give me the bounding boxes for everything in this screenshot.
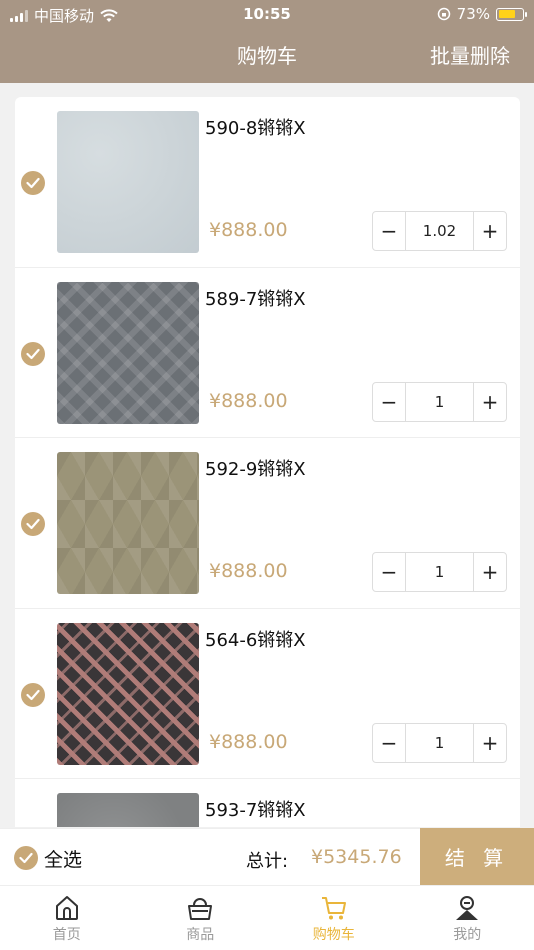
product-price: ¥888.00 [209,219,288,241]
checkout-button[interactable]: 结 算 [420,828,534,885]
battery-percent: 73% [456,5,490,23]
cart-icon [321,897,346,920]
decrease-button[interactable]: − [373,212,405,250]
select-all-check-icon[interactable] [14,846,38,870]
product-price: ¥888.00 [209,389,288,412]
item-check-icon[interactable] [21,341,45,366]
product-price: ¥888.00 [209,730,288,753]
tab-bar: 首页 商品 购物车 我的 [0,885,534,950]
tab-label: 购物车 [312,927,355,943]
product-thumbnail[interactable] [57,793,199,827]
item-check-icon[interactable] [21,682,45,707]
product-name[interactable]: 590-8锵锵X [205,114,306,140]
cart-item: 592-9锵锵X ¥888.00 − 1 + [15,438,520,609]
tab-label: 我的 [453,927,482,943]
quantity-stepper: − 1 + [372,722,507,763]
product-thumbnail[interactable] [57,452,199,594]
profile-icon [456,896,479,920]
select-all-label[interactable]: 全选 [44,845,82,872]
increase-button[interactable]: + [474,383,506,421]
tab-label: 商品 [186,927,215,943]
home-icon [55,896,78,920]
increase-button[interactable]: + [474,212,506,250]
product-price: ¥888.00 [209,560,288,582]
quantity-input[interactable]: 1 [405,553,474,591]
quantity-input[interactable]: 1.02 [405,212,474,250]
increase-button[interactable]: + [474,724,506,762]
cart-item: 564-6锵锵X ¥888.00 − 1 + [15,609,520,779]
total-label: 总计: [246,851,289,872]
top-bar: 中国移动 10:55 73% 购物车 批量删除 [0,0,534,83]
status-bar: 中国移动 10:55 73% [0,0,534,28]
item-check-icon[interactable] [21,512,45,536]
cart-item: 590-8锵锵X ¥888.00 − 1.02 + [15,97,520,268]
product-name[interactable]: 593-7锵锵X [205,796,306,822]
decrease-button[interactable]: − [373,383,405,421]
quantity-stepper: − 1 + [372,552,507,592]
increase-button[interactable]: + [474,553,506,591]
tab-cart[interactable]: 购物车 [267,886,401,950]
quantity-stepper: − 1.02 + [372,211,507,251]
decrease-button[interactable]: − [373,724,405,762]
product-thumbnail[interactable] [57,111,199,253]
decrease-button[interactable]: − [373,553,405,591]
tab-label: 首页 [52,927,81,943]
product-name[interactable]: 592-9锵锵X [205,455,306,481]
orientation-lock-icon [437,7,450,21]
tab-profile[interactable]: 我的 [401,886,534,950]
bag-icon [188,898,213,920]
product-name[interactable]: 589-7锵锵X [205,285,306,311]
quantity-input[interactable]: 1 [405,723,474,762]
summary-bar: 全选 总计: ¥5345.76 结 算 [0,828,534,885]
product-thumbnail[interactable] [57,622,199,765]
item-check-icon[interactable] [21,171,45,195]
cart-item: 593-7锵锵X [15,779,520,827]
product-thumbnail[interactable] [57,281,199,424]
batch-delete-button[interactable]: 批量删除 [430,40,510,69]
product-name[interactable]: 564-6锵锵X [205,626,306,652]
tab-products[interactable]: 商品 [134,886,268,950]
cart-list[interactable]: 590-8锵锵X ¥888.00 − 1.02 + 589-7锵锵X ¥888.… [15,97,520,827]
cart-item: 589-7锵锵X ¥888.00 − 1 + [15,268,520,438]
tab-home[interactable]: 首页 [0,886,134,950]
battery-icon [496,7,527,21]
quantity-stepper: − 1 + [372,381,507,422]
total-value: ¥5345.76 [311,846,402,868]
quantity-input[interactable]: 1 [405,382,474,421]
